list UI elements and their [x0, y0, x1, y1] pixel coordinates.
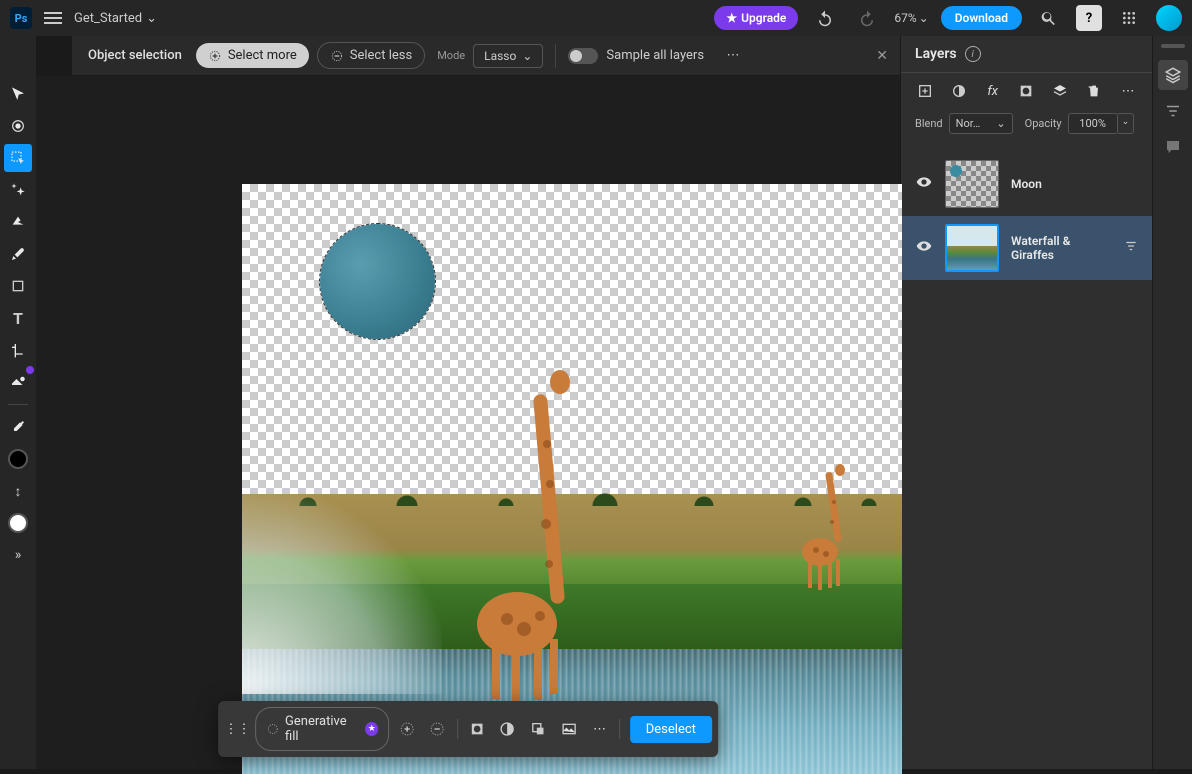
crop-selection-icon[interactable] [525, 715, 552, 743]
panel-more-icon[interactable]: ⋯ [1118, 81, 1138, 101]
canvas[interactable] [242, 184, 902, 774]
adjust-icon[interactable] [494, 715, 521, 743]
mask-icon[interactable] [464, 715, 491, 743]
mask-layer-icon[interactable] [1016, 81, 1036, 101]
document-name-dropdown[interactable]: Get_Started ⌄ [74, 11, 157, 26]
filter-settings-icon[interactable] [1124, 239, 1138, 257]
add-layer-icon[interactable] [915, 81, 935, 101]
opacity-label: Opacity [1025, 117, 1062, 130]
layers-rail-icon[interactable] [1158, 60, 1188, 90]
options-bar: Object selection Select more Select less… [72, 36, 900, 76]
move-tool[interactable] [4, 80, 32, 108]
layers-panel-title: Layers [915, 46, 957, 62]
premium-badge-icon: ★ [365, 722, 378, 736]
foreground-color[interactable] [4, 445, 32, 473]
upgrade-button[interactable]: ★ Upgrade [714, 6, 798, 30]
background-color[interactable] [4, 509, 32, 537]
crop-tool[interactable] [4, 336, 32, 364]
object-selection-tool[interactable] [4, 144, 32, 172]
layer-thumbnail[interactable] [945, 224, 999, 272]
layer-list: Moon Waterfall & Giraffes [901, 144, 1152, 769]
apps-grid-icon[interactable] [1114, 3, 1144, 33]
chevron-down-icon: ⌄ [522, 49, 532, 63]
tool-title: Object selection [82, 48, 188, 63]
top-bar: Ps Get_Started ⌄ ★ Upgrade 67% ⌄ Download… [0, 0, 1192, 36]
adjustment-layer-icon[interactable] [949, 81, 969, 101]
download-button[interactable]: Download [941, 6, 1022, 30]
generative-fill-label: Generative fill [285, 714, 359, 744]
select-less-button[interactable]: Select less [317, 42, 425, 69]
search-icon[interactable] [1034, 3, 1064, 33]
comments-rail-icon[interactable] [1158, 132, 1188, 162]
select-less-label: Select less [350, 48, 412, 63]
left-toolbar: T ↕ » [0, 36, 36, 769]
select-more-button[interactable]: Select more [196, 43, 309, 68]
sample-all-layers-label: Sample all layers [606, 48, 704, 63]
chevron-down-icon: ⌄ [919, 11, 929, 25]
image-icon[interactable] [556, 715, 583, 743]
mode-dropdown[interactable]: Lasso ⌄ [473, 44, 543, 68]
user-avatar[interactable] [1156, 5, 1182, 31]
chevron-down-icon: ⌄ [996, 117, 1005, 130]
sample-all-layers-toggle[interactable] [568, 48, 598, 64]
help-button[interactable]: ? [1076, 5, 1102, 31]
generative-fill-button[interactable]: Generative fill ★ [255, 707, 390, 751]
giraffe-small [790, 462, 860, 592]
add-selection-icon[interactable] [393, 715, 420, 743]
layer-name-label[interactable]: Waterfall & Giraffes [1011, 234, 1112, 262]
opacity-dropdown-icon[interactable]: ⌄ [1118, 113, 1135, 134]
layer-row-moon[interactable]: Moon [901, 152, 1152, 216]
shape-tool[interactable] [4, 272, 32, 300]
subtract-selection-icon[interactable] [424, 715, 451, 743]
visibility-toggle-icon[interactable] [915, 238, 933, 258]
mode-value: Lasso [484, 49, 516, 63]
layer-name-label[interactable]: Moon [1011, 177, 1138, 191]
properties-rail-icon[interactable] [1158, 96, 1188, 126]
deselect-button[interactable]: Deselect [630, 716, 712, 743]
layer-thumbnail[interactable] [945, 160, 999, 208]
ps-logo[interactable]: Ps [10, 7, 32, 29]
giraffe-large [462, 364, 602, 704]
drag-handle-icon[interactable]: ⋮⋮ [224, 715, 251, 743]
select-more-label: Select more [228, 48, 297, 63]
blend-value: Nor… [956, 117, 981, 130]
fx-icon[interactable]: fx [983, 81, 1003, 101]
layers-panel: Layers i fx ⋯ Blend Nor…⌄ Opacity 100%⌄ … [900, 36, 1152, 769]
visibility-toggle-icon[interactable] [915, 174, 933, 194]
opacity-input[interactable]: 100% [1068, 113, 1118, 134]
blend-mode-dropdown[interactable]: Nor… ⌄ [949, 113, 1013, 134]
zoom-dropdown[interactable]: 67% ⌄ [894, 11, 928, 25]
mode-label: Mode [437, 49, 465, 62]
zoom-value: 67% [894, 11, 916, 25]
context-taskbar: ⋮⋮ Generative fill ★ ⋯ Deselect [218, 701, 718, 757]
hamburger-menu-icon[interactable] [44, 12, 62, 24]
undo-button[interactable] [810, 3, 840, 33]
rail-drag-handle[interactable] [1161, 44, 1185, 48]
more-icon[interactable]: ⋯ [586, 715, 613, 743]
moon-selection[interactable] [320, 224, 435, 339]
chevron-down-icon: ⌄ [146, 11, 157, 26]
close-optionsbar-button[interactable]: ✕ [876, 48, 888, 64]
group-icon[interactable] [1050, 81, 1070, 101]
eyedropper-tool[interactable] [4, 413, 32, 441]
redo-button[interactable] [852, 3, 882, 33]
transform-tool[interactable] [4, 112, 32, 140]
upgrade-label: Upgrade [741, 11, 786, 25]
expand-toolbar-button[interactable]: » [15, 547, 22, 563]
text-tool[interactable]: T [4, 304, 32, 332]
more-options-icon[interactable]: ⋯ [718, 41, 748, 71]
document-name-label: Get_Started [74, 11, 142, 26]
blend-label: Blend [915, 117, 943, 130]
delete-layer-icon[interactable] [1084, 81, 1104, 101]
star-icon: ★ [726, 11, 737, 25]
right-rail [1152, 36, 1192, 769]
remove-tool[interactable] [4, 208, 32, 236]
swap-colors-icon[interactable]: ↕ [4, 477, 32, 505]
brush-tool[interactable] [4, 240, 32, 268]
quick-select-tool[interactable] [4, 176, 32, 204]
fill-tool[interactable] [4, 368, 32, 396]
layer-row-waterfall[interactable]: Waterfall & Giraffes [901, 216, 1152, 280]
info-icon[interactable]: i [965, 46, 981, 62]
canvas-area[interactable]: Object selection Select more Select less… [36, 76, 900, 769]
